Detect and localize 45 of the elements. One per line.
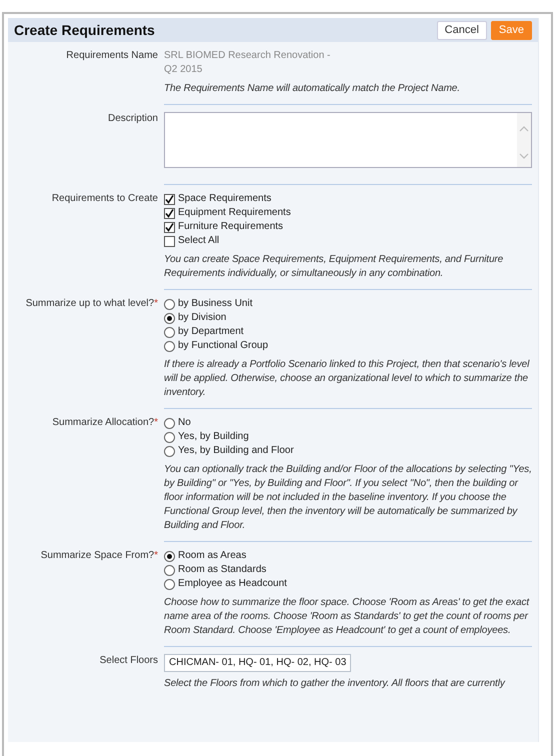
radio-button[interactable] <box>164 418 175 428</box>
help-text: If there is already a Portfolio Scenario linked to this Project, then that scenario's level will be applied. Otherwise, choose an organizational level to which to summarize the inventory. <box>164 358 530 400</box>
radio-button[interactable] <box>164 326 175 338</box>
radio-button[interactable] <box>164 340 175 352</box>
option-label: Yes, by Building and Floor <box>178 444 294 458</box>
field-label: Requirements to Create <box>50 192 158 206</box>
checkbox[interactable] <box>164 208 175 218</box>
option-label: by Functional Group <box>178 339 268 353</box>
help-text: Choose how to summarize the floor space. Choose 'Room as Areas' to get the exact name area of the rooms. Choose 'Room as Standards' to get the count of rooms per Room Standard. Choose 'Employee as Headcount' to get a count of employees. <box>164 596 530 638</box>
option-label: Furniture Requirements <box>178 220 284 234</box>
field-label: Summarize Space From?* <box>40 549 158 563</box>
floors-field[interactable]: CHICMAN- 01, HQ- 01, HQ- 02, HQ- 03 <box>164 654 352 672</box>
radio-button[interactable] <box>164 432 175 442</box>
option-label: by Division <box>178 311 226 325</box>
radio-button[interactable] <box>164 550 175 562</box>
option-label: by Business Unit <box>178 297 252 311</box>
field-label: Description <box>106 112 158 126</box>
checkbox[interactable] <box>164 222 175 232</box>
help-text: You can create Space Requirements, Equipment Requirements, and Furniture Requirements individually, or simultaneously in any combination. <box>164 253 504 281</box>
field-label: Summarize Allocation?* <box>51 416 158 430</box>
field-label: Select Floors <box>98 654 158 668</box>
option-label: Room as Standards <box>178 563 266 577</box>
field-label: Requirements Name <box>65 49 158 63</box>
option-label: Equipment Requirements <box>178 206 291 220</box>
checkbox[interactable] <box>164 236 175 246</box>
requirements-name-value: SRL BIOMED Research Renovation - Q2 2015 <box>164 49 332 77</box>
option-label: No <box>178 416 191 430</box>
option-label: Select All <box>178 234 220 248</box>
option-label: Employee as Headcount <box>178 577 287 591</box>
option-label: Yes, by Building <box>178 430 249 444</box>
option-label: by Department <box>178 325 244 339</box>
radio-button[interactable] <box>164 312 175 324</box>
option-label: Room as Areas <box>178 549 246 563</box>
help-text: The Requirements Name will automatically match the Project Name. <box>164 82 461 96</box>
radio-button[interactable] <box>164 578 175 590</box>
radio-button[interactable] <box>164 298 175 310</box>
help-text: You can optionally track the Building and/or Floor of the allocations by selecting "Yes, by Building" or "Yes, by Building and Floor". If you select "No", then the building or floor information will be not included in the baseline inventory. If you choose the Functional Group level, then the inventory will be automatically be summarized by Building and Floor. <box>164 463 532 533</box>
radio-button[interactable] <box>164 446 175 456</box>
field-label: Summarize up to what level?* <box>24 297 158 311</box>
radio-button[interactable] <box>164 564 175 576</box>
help-text: Select the Floors from which to gather the inventory. All floors that are currently <box>164 677 506 691</box>
option-label: Space Requirements <box>178 192 272 206</box>
panel-title: Create Requirements <box>14 22 155 38</box>
checkbox[interactable] <box>164 194 175 204</box>
cancel-button[interactable]: Cancel <box>436 20 487 40</box>
